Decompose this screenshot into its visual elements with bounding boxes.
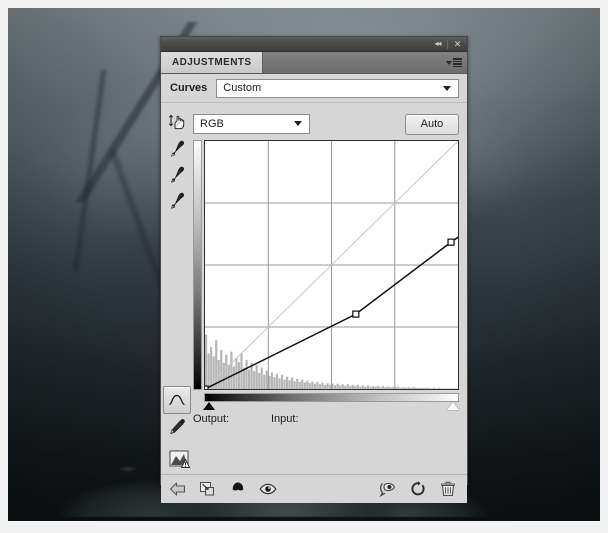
panel-tab-strip: ADJUSTMENTS [161,52,467,74]
title-bar-separator [447,40,448,49]
panel-menu-lines [453,58,462,67]
toggle-layer-visibility-button[interactable] [259,480,277,498]
back-arrow-icon [169,481,187,497]
preset-select-value: Custom [223,82,261,94]
output-label: Output: [193,413,271,425]
eyedropper-icon [167,190,187,210]
output-gradient-strip [193,140,202,390]
panel-menu-icon[interactable] [446,58,462,67]
black-point-eyedropper[interactable] [164,135,190,161]
collapse-to-icons-icon[interactable]: ◂◂ [431,38,444,50]
preview-previous-state-button[interactable] [379,480,397,498]
curve-control-point[interactable] [205,386,208,389]
panel-bottom-bar [161,474,467,503]
curve-icon [168,393,186,407]
auto-button[interactable]: Auto [405,114,459,135]
tab-strip-filler [263,52,467,73]
curves-plot-svg [205,141,458,389]
eyedropper-icon [167,164,187,184]
eye-icon [259,482,277,496]
chevron-down-icon [443,86,451,91]
eyedropper-icon [167,138,187,158]
curves-content: RGB Auto [193,103,467,474]
input-gradient-strip [204,393,459,402]
half-circle-mask-icon [230,481,246,497]
edit-points-curve-tool[interactable] [163,386,191,414]
clip-to-layer-icon [199,481,217,497]
delete-adjustment-layer-button[interactable] [439,480,457,498]
gray-point-eyedropper[interactable] [164,161,190,187]
channel-select[interactable]: RGB [193,114,310,134]
trash-icon [441,481,455,497]
input-label: Input: [271,413,299,425]
close-icon[interactable]: ✕ [451,38,464,50]
curves-title-label: Curves [170,82,207,94]
panel-body: S RGB Auto [161,103,467,474]
histogram-warning-icon [169,449,191,469]
chevron-down-icon [294,121,302,126]
white-point-eyedropper[interactable] [164,187,190,213]
reset-adjustment-button[interactable] [409,480,427,498]
preview-previous-state-icon [379,481,397,497]
curves-graph [193,140,459,402]
screenshot-stage: ◂◂ ✕ ADJUSTMENTS Curves Custom [0,0,608,533]
auto-button-label: Auto [421,118,444,130]
return-to-adjustment-list-button[interactable] [169,480,187,498]
channel-select-value: RGB [200,118,224,130]
output-input-row: Output: Input: [193,402,459,436]
pencil-draw-curve-tool[interactable] [164,414,190,440]
preset-select[interactable]: Custom [216,79,459,98]
curves-plot-area[interactable] [204,140,459,390]
panel-menu-arrow [446,61,452,65]
adjustments-panel: ◂◂ ✕ ADJUSTMENTS Curves Custom [160,36,468,485]
curves-preset-row: Curves Custom [161,74,467,103]
panel-title-bar: ◂◂ ✕ [161,37,467,52]
reset-circular-arrow-icon [410,481,426,497]
curve-control-point[interactable] [448,239,454,245]
curves-tool-column: S [161,103,193,474]
tab-adjustments-label: ADJUSTMENTS [172,57,251,68]
curve-display-options-icon[interactable] [169,449,191,469]
clip-to-layer-button[interactable] [199,480,217,498]
pencil-icon [167,417,187,437]
scrubby-hand-icon [167,112,187,132]
tab-adjustments[interactable]: ADJUSTMENTS [161,52,263,73]
highlight-clip-slider[interactable] [447,402,459,410]
curve-control-point[interactable] [353,311,359,317]
shadow-clip-slider[interactable] [203,402,215,410]
channel-row: RGB Auto [193,103,459,140]
toggle-layer-mask-button[interactable] [229,480,247,498]
on-image-adjust-tool[interactable] [164,109,190,135]
